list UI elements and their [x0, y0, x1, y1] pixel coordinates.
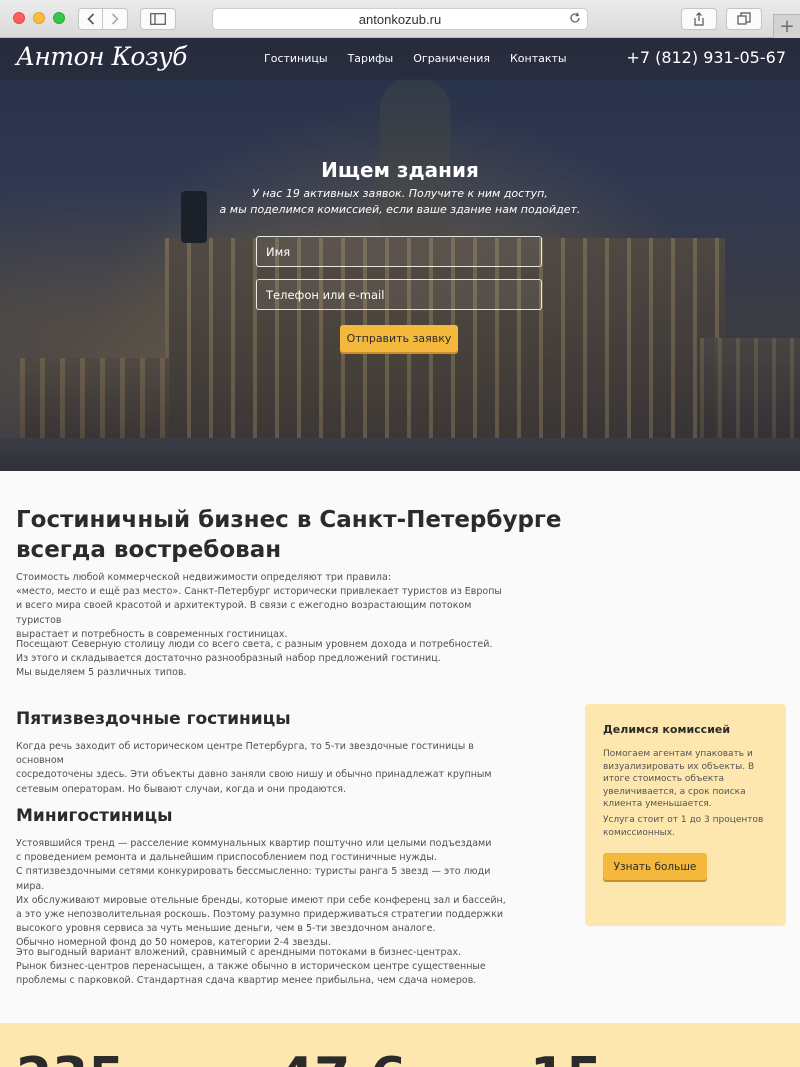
- back-button[interactable]: [78, 8, 103, 30]
- plus-icon: +: [779, 16, 795, 37]
- new-tab-button[interactable]: +: [773, 14, 800, 38]
- main-content: Гостиничный бизнес в Санкт-Петербурге вс…: [0, 471, 800, 1023]
- sidebar-icon: [150, 13, 166, 25]
- site-header: Антон Козуб Гостиницы Тарифы Ограничения…: [0, 38, 800, 80]
- commission-card-title: Делимся комиссией: [603, 723, 731, 736]
- sidebar-toggle-button[interactable]: [140, 8, 176, 30]
- section-text-mini-hotels-1: Устоявшийся тренд — расселение коммуналь…: [16, 838, 506, 949]
- commission-card: Делимся комиссией Помогаем агентам упако…: [585, 704, 786, 926]
- reload-icon[interactable]: [569, 12, 581, 27]
- hero-section: Антон Козуб Гостиницы Тарифы Ограничения…: [0, 38, 800, 471]
- share-icon: [694, 12, 704, 26]
- page-title: Гостиничный бизнес в Санкт-Петербурге вс…: [16, 507, 562, 563]
- learn-more-button[interactable]: Узнать больше: [603, 853, 707, 880]
- name-input[interactable]: Имя: [256, 236, 542, 267]
- stat-value: 15: [530, 1051, 602, 1067]
- show-tabs-button[interactable]: [726, 8, 762, 30]
- address-bar[interactable]: antonkozub.ru: [212, 8, 588, 30]
- zoom-window-button[interactable]: [53, 12, 65, 24]
- intro-paragraph-2: Посещают Северную столицу люди со всего …: [16, 639, 493, 679]
- forward-button[interactable]: [103, 8, 128, 30]
- name-placeholder: Имя: [266, 244, 291, 259]
- contact-input[interactable]: Телефон или e-mail: [256, 279, 542, 310]
- hero-subtitle: У нас 19 активных заявок. Получите к ним…: [219, 187, 581, 216]
- nav-item-contacts[interactable]: Контакты: [510, 52, 567, 65]
- stat-value: 47,6: [278, 1051, 406, 1067]
- section-title-mini-hotels: Минигостиницы: [16, 806, 173, 826]
- url-text: antonkozub.ru: [358, 11, 442, 27]
- phone-number[interactable]: +7 (812) 931-05-67: [626, 48, 786, 67]
- commission-card-price: Услуга стоит от 1 до 3 процентов комисси…: [603, 815, 764, 838]
- hero-title: Ищем здания: [321, 158, 479, 182]
- share-button[interactable]: [681, 8, 717, 30]
- tabs-icon: [737, 12, 751, 25]
- close-window-button[interactable]: [13, 12, 25, 24]
- nav-item-hotels[interactable]: Гостиницы: [264, 52, 328, 65]
- intro-paragraph-1: Стоимость любой коммерческой недвижимост…: [16, 572, 502, 640]
- stat-value: 235: [16, 1051, 125, 1067]
- browser-toolbar: antonkozub.ru +: [0, 0, 800, 38]
- minimize-window-button[interactable]: [33, 12, 45, 24]
- nav-item-tariffs[interactable]: Тарифы: [348, 52, 394, 65]
- chevron-right-icon: [111, 13, 119, 25]
- stats-section: 235 47,6 15: [0, 1023, 800, 1067]
- main-nav: Гостиницы Тарифы Ограничения Контакты: [264, 52, 587, 65]
- contact-placeholder: Телефон или e-mail: [266, 287, 385, 302]
- chevron-left-icon: [86, 13, 94, 25]
- site-logo[interactable]: Антон Козуб: [16, 42, 187, 71]
- commission-card-text: Помогаем агентам упаковать и визуализиро…: [603, 749, 755, 809]
- section-text-mini-hotels-2: Это выгодный вариант вложений, сравнимый…: [16, 947, 486, 987]
- nav-item-restrictions[interactable]: Ограничения: [413, 52, 490, 65]
- submit-request-button[interactable]: Отправить заявку: [340, 325, 458, 352]
- section-title-five-star: Пятизвездочные гостиницы: [16, 709, 291, 729]
- section-text-five-star: Когда речь заходит об историческом центр…: [16, 741, 492, 795]
